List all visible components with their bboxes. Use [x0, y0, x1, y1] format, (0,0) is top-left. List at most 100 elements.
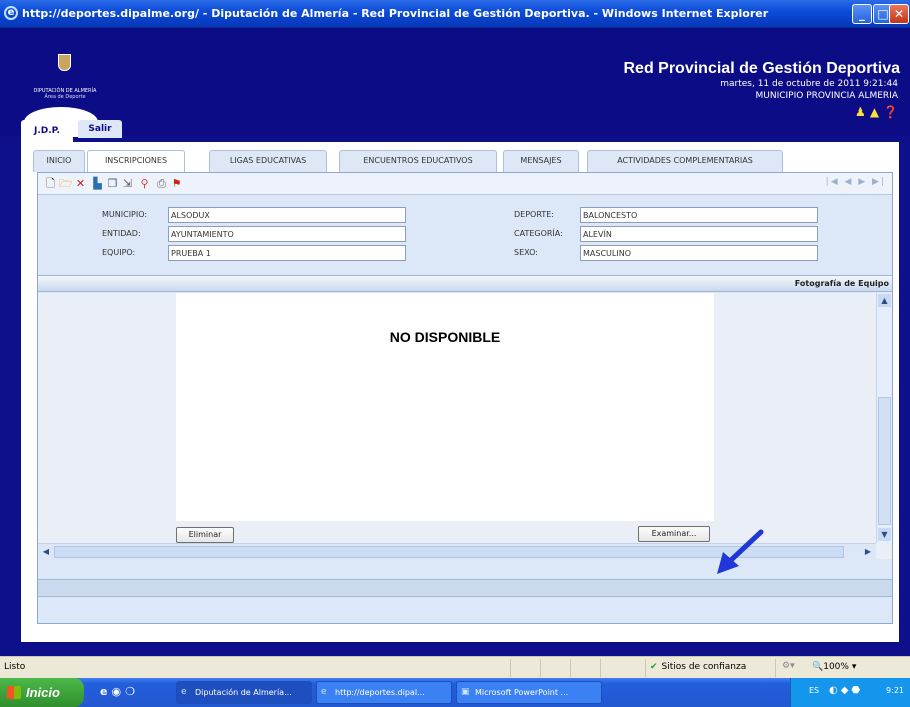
- municipio-field[interactable]: ALSODUX: [168, 207, 406, 223]
- scroll-right-icon[interactable]: ▶: [862, 546, 874, 558]
- equipo-field[interactable]: PRUEBA 1: [168, 245, 406, 261]
- security-zone-label: Sitios de confianza: [661, 662, 747, 672]
- tab-salir[interactable]: Salir: [78, 120, 122, 138]
- clock[interactable]: 9:21: [886, 686, 904, 695]
- entidad-label: ENTIDAD:: [102, 229, 141, 238]
- equipo-label: EQUIPO:: [102, 248, 136, 257]
- sexo-label: SEXO:: [514, 248, 538, 257]
- search-users-icon[interactable]: ⚲: [138, 177, 151, 190]
- photo-placeholder: NO DISPONIBLE: [389, 329, 501, 345]
- quick-launch: e◉❍: [100, 685, 139, 698]
- tab-ligas-educativas[interactable]: LIGAS EDUCATIVAS: [209, 150, 327, 172]
- logo-line2: Área de Deporte: [44, 94, 86, 100]
- tray-icons[interactable]: ◐◆⬣: [829, 685, 863, 696]
- protected-mode-icon[interactable]: ⚙▾: [782, 661, 795, 671]
- save-icon[interactable]: ▙: [91, 177, 104, 190]
- export-icon[interactable]: ⇲: [121, 177, 134, 190]
- ie-icon: e: [321, 687, 327, 697]
- folder-icon[interactable]: ❍: [125, 685, 139, 698]
- tab-mensajes[interactable]: MENSAJES: [503, 150, 579, 172]
- taskbar-item-diputacion[interactable]: e Diputación de Almería...: [176, 681, 312, 704]
- zoom-value: 100%: [823, 662, 849, 672]
- delete-icon[interactable]: ✕: [74, 177, 87, 190]
- record-toolbar: 🗋 🗁 ✕ ▙ ❐ ⇲ ⚲ ⎙ ⚑ |◀ ◀ ▶ ▶|: [38, 173, 892, 195]
- examinar-button[interactable]: Examinar...: [638, 526, 710, 542]
- pdf-icon[interactable]: ⚑: [170, 177, 183, 190]
- scroll-down-icon[interactable]: ▼: [878, 528, 891, 541]
- status-divider: [540, 659, 541, 677]
- start-button[interactable]: Inicio: [0, 678, 84, 707]
- warning-icon[interactable]: ▲: [870, 105, 879, 119]
- scroll-up-icon[interactable]: ▲: [878, 294, 891, 307]
- powerpoint-icon: ▣: [461, 687, 470, 697]
- status-divider: [510, 659, 511, 677]
- taskbar-item-deportes[interactable]: e http://deportes.dipal...: [316, 681, 452, 704]
- status-divider: [645, 659, 646, 677]
- team-photo: NO DISPONIBLE: [176, 293, 714, 521]
- tab-jdp[interactable]: J.D.P.: [21, 120, 73, 142]
- windows-logo-icon: [7, 686, 21, 699]
- coat-of-arms-icon: [58, 54, 71, 71]
- users-icon[interactable]: ♟: [855, 105, 866, 119]
- taskbar-item-label: Microsoft PowerPoint ...: [475, 688, 569, 697]
- zoom-icon: 🔍: [812, 662, 824, 672]
- status-bar: Listo ✔ Sitios de confianza ⚙▾ 🔍100% ▾: [0, 656, 910, 678]
- close-icon[interactable]: ✕: [889, 4, 909, 24]
- print-icon[interactable]: ⎙: [155, 177, 168, 190]
- photo-section-header: Fotografía de Equipo: [38, 275, 892, 292]
- ie-icon: e: [181, 687, 187, 697]
- tab-encuentros-educativos[interactable]: ENCUENTROS EDUCATIVOS: [339, 150, 497, 172]
- header-datetime: martes, 11 de octubre de 2011 9:21:44: [720, 79, 898, 89]
- main-content: INICIO INSCRIPCIONES LIGAS EDUCATIVAS EN…: [21, 142, 899, 642]
- minimize-icon[interactable]: _: [852, 4, 872, 24]
- taskbar: Inicio e◉❍ e Diputación de Almería... e ht…: [0, 678, 910, 707]
- vertical-scroll-thumb[interactable]: [878, 397, 891, 525]
- photo-section-title: Fotografía de Equipo: [794, 279, 889, 288]
- browser-window: e http://deportes.dipalme.org/ - Diputac…: [0, 0, 910, 707]
- site-header: DIPUTACIÓN DE ALMERÍA Área de Deporte Re…: [0, 28, 910, 142]
- new-icon[interactable]: 🗋: [44, 177, 57, 190]
- header-icons: ♟ ▲ ❓: [851, 105, 898, 119]
- categoria-label: CATEGORÍA:: [514, 229, 563, 238]
- taskbar-item-powerpoint[interactable]: ▣ Microsoft PowerPoint ...: [456, 681, 602, 704]
- site-title: Red Provincial de Gestión Deportiva: [623, 60, 900, 77]
- start-label: Inicio: [26, 685, 60, 700]
- window-title: http://deportes.dipalme.org/ - Diputació…: [22, 7, 769, 20]
- scroll-left-icon[interactable]: ◀: [40, 546, 52, 558]
- annotation-arrow-icon: [717, 529, 764, 574]
- panel-footer: [38, 579, 892, 597]
- record-navigation[interactable]: |◀ ◀ ▶ ▶|: [826, 177, 886, 187]
- security-zone[interactable]: ✔ Sitios de confianza: [650, 662, 746, 672]
- sexo-field[interactable]: MASCULINO: [580, 245, 818, 261]
- copy-icon[interactable]: ❐: [106, 177, 119, 190]
- tab-actividades-complementarias[interactable]: ACTIVIDADES COMPLEMENTARIAS: [587, 150, 783, 172]
- web-page: DIPUTACIÓN DE ALMERÍA Área de Deporte Re…: [0, 28, 910, 656]
- status-text: Listo: [4, 662, 26, 672]
- eliminar-button[interactable]: Eliminar: [176, 527, 234, 543]
- ie-quicklaunch-icon[interactable]: e: [100, 685, 111, 698]
- language-indicator[interactable]: ES: [809, 686, 819, 695]
- deporte-field[interactable]: BALONCESTO: [580, 207, 818, 223]
- taskbar-item-label: http://deportes.dipal...: [335, 688, 425, 697]
- categoria-field[interactable]: ALEVÍN: [580, 226, 818, 242]
- status-divider: [570, 659, 571, 677]
- tab-inscripciones[interactable]: INSCRIPCIONES: [87, 150, 185, 174]
- help-icon[interactable]: ❓: [883, 105, 898, 119]
- zoom-level[interactable]: 🔍100% ▾: [812, 662, 856, 672]
- tab-inicio[interactable]: INICIO: [33, 150, 85, 172]
- ie-icon: e: [4, 6, 18, 20]
- photo-area: NO DISPONIBLE Eliminar Examinar... ▲ ▼ ◀…: [38, 293, 892, 559]
- entidad-field[interactable]: AYUNTAMIENTO: [168, 226, 406, 242]
- deporte-label: DEPORTE:: [514, 210, 554, 219]
- header-municipio: MUNICIPIO PROVINCIA ALMERIA: [755, 91, 899, 101]
- check-icon: ✔: [650, 662, 658, 672]
- title-bar[interactable]: e http://deportes.dipalme.org/ - Diputac…: [0, 0, 910, 28]
- media-icon[interactable]: ◉: [111, 685, 125, 698]
- municipio-label: MUNICIPIO:: [102, 210, 148, 219]
- taskbar-item-label: Diputación de Almería...: [195, 688, 292, 697]
- open-icon[interactable]: 🗁: [59, 177, 73, 190]
- status-divider: [775, 659, 776, 677]
- vertical-scrollbar[interactable]: ▲ ▼: [876, 293, 892, 543]
- system-tray: ES ◐◆⬣ 9:21: [790, 678, 910, 707]
- status-divider: [600, 659, 601, 677]
